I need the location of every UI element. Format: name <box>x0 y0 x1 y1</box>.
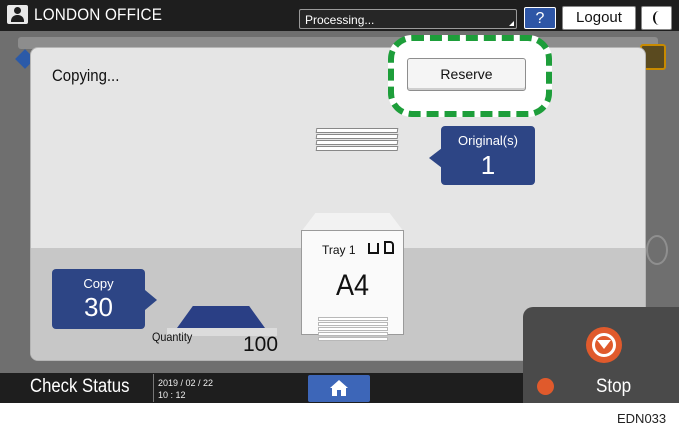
expand-corner-icon <box>509 21 514 26</box>
quantity-value: 100 <box>243 333 279 356</box>
copy-pointer <box>145 290 157 310</box>
copy-count: 30 <box>84 292 113 322</box>
home-button[interactable] <box>308 375 370 402</box>
dialog-title: Copying... <box>52 66 120 85</box>
originals-count: 1 <box>480 150 496 180</box>
time-text: 10 : 12 <box>158 390 186 400</box>
originals-badge: Original(s) 1 <box>441 126 535 185</box>
status-field[interactable]: Processing... <box>299 9 517 29</box>
paper-stack-icon <box>318 317 388 347</box>
figure-code: EDN033 <box>617 411 667 426</box>
status-text: Processing... <box>305 13 375 27</box>
paper-size: A4 <box>335 269 370 302</box>
stop-indicator-icon <box>537 378 554 395</box>
paper-tray: Tray 1 A4 <box>301 213 404 341</box>
stop-icon <box>586 327 622 363</box>
help-button[interactable]: ? <box>524 7 556 29</box>
originals-label: Original(s) <box>458 133 518 148</box>
moon-icon <box>653 11 665 25</box>
date-text: 2019 / 02 / 22 <box>158 378 214 388</box>
copy-label: Copy <box>83 276 114 291</box>
night-mode-button[interactable] <box>641 6 672 30</box>
logout-button[interactable]: Logout <box>562 6 636 30</box>
originals-stack-icon <box>315 128 400 156</box>
top-bar: LONDON OFFICE Processing... ? Logout <box>0 0 679 31</box>
office-name: LONDON OFFICE <box>34 5 163 24</box>
stop-label: Stop <box>596 376 632 397</box>
date-time: 2019 / 02 / 22 10 : 12 <box>153 374 223 402</box>
paper-orientation-icon <box>384 241 394 254</box>
background-circle <box>646 235 668 265</box>
check-status-button[interactable]: Check Status <box>30 376 129 398</box>
copy-badge: Copy 30 <box>52 269 145 329</box>
tray-label: Tray 1 <box>322 243 356 257</box>
quantity-label: Quantity <box>152 330 193 344</box>
reserve-button[interactable]: Reserve <box>407 58 526 91</box>
user-icon[interactable] <box>7 5 28 24</box>
tray-icon <box>368 243 379 254</box>
